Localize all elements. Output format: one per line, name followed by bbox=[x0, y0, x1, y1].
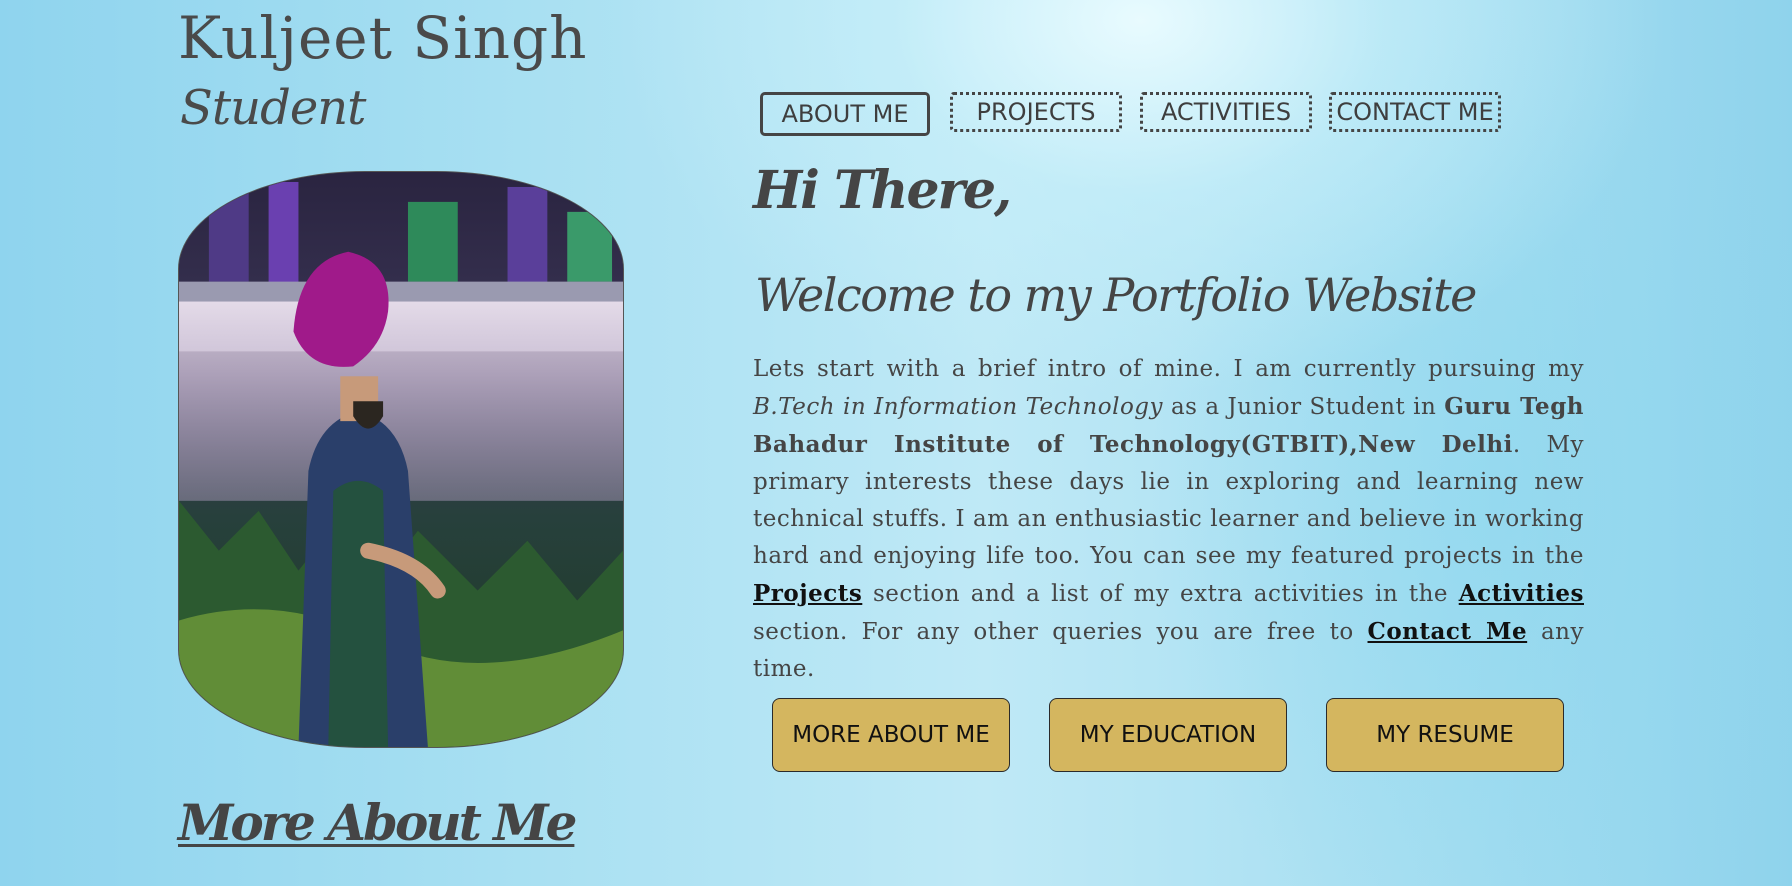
intro-degree: B.Tech in Information Technology bbox=[753, 394, 1164, 420]
my-resume-button[interactable]: MY RESUME bbox=[1326, 698, 1564, 772]
nav-activities[interactable]: ACTIVITIES bbox=[1140, 92, 1312, 132]
nav-contact-me[interactable]: CONTACT ME bbox=[1329, 92, 1501, 132]
my-education-button[interactable]: MY EDUCATION bbox=[1049, 698, 1287, 772]
activities-link[interactable]: Activities bbox=[1459, 580, 1584, 607]
more-about-me-button[interactable]: MORE ABOUT ME bbox=[772, 698, 1010, 772]
intro-text: section. For any other queries you are f… bbox=[753, 619, 1368, 645]
welcome-heading: Welcome to my Portfolio Website bbox=[755, 268, 1477, 322]
greeting-heading: Hi There, bbox=[753, 160, 1012, 221]
nav-about-me[interactable]: ABOUT ME bbox=[760, 92, 930, 136]
nav-projects[interactable]: PROJECTS bbox=[950, 92, 1122, 132]
contact-me-link[interactable]: Contact Me bbox=[1368, 618, 1528, 645]
more-about-me-heading: More About Me bbox=[178, 793, 577, 852]
site-owner-role: Student bbox=[180, 80, 366, 136]
intro-text: Lets start with a brief intro of mine. I… bbox=[753, 356, 1584, 382]
intro-paragraph: Lets start with a brief intro of mine. I… bbox=[753, 351, 1584, 688]
site-owner-name: Kuljeet Singh bbox=[178, 4, 588, 72]
intro-text: as a Junior Student in bbox=[1163, 394, 1445, 420]
profile-photo-image bbox=[179, 172, 623, 747]
projects-link[interactable]: Projects bbox=[753, 580, 862, 607]
intro-text: section and a list of my extra activitie… bbox=[862, 581, 1459, 607]
profile-photo bbox=[178, 171, 624, 748]
